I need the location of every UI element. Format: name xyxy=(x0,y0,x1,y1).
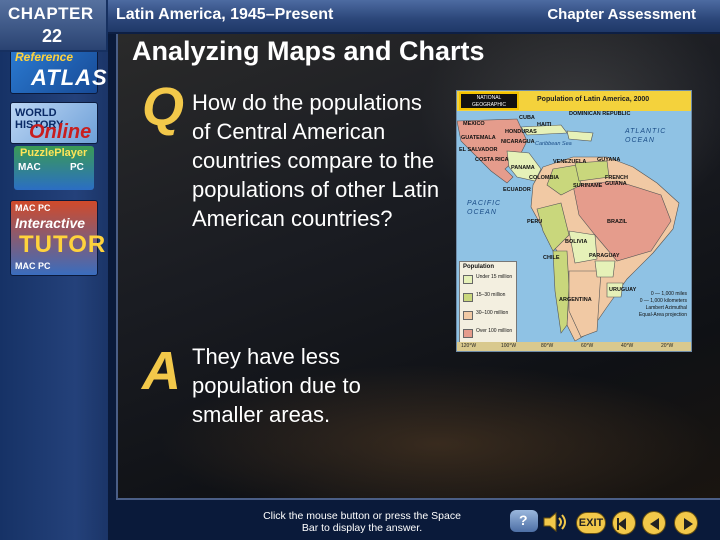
longitude-label: 120°W xyxy=(461,343,477,349)
chapter-assessment-label: Chapter Assessment xyxy=(547,6,696,23)
longitude-label: 80°W xyxy=(541,343,554,349)
answer-hint: Click the mouse button or press the Spac… xyxy=(263,510,461,534)
next-icon xyxy=(684,518,693,530)
world-history-online-button[interactable]: WORLD HISTORY Online xyxy=(10,102,98,144)
map-label-guatemala: GUATEMALA xyxy=(461,135,496,141)
longitude-scale: 120°W 100°W 80°W 60°W 40°W 20°W xyxy=(457,342,691,351)
answer-letter: A xyxy=(142,341,181,401)
map-label-paraguay: PARAGUAY xyxy=(589,253,620,259)
map-header: NATIONAL GEOGRAPHIC Population of Latin … xyxy=(457,91,691,111)
map-label-mexico: MEXICO xyxy=(463,121,485,127)
map-label-ecuador: ECUADOR xyxy=(503,187,531,193)
map-label-nicaragua: NICARAGUA xyxy=(501,139,535,145)
map-label-dominican-republic: DOMINICAN REPUBLIC xyxy=(569,111,631,117)
chapter-number: 22 xyxy=(42,26,63,46)
map-label-el-salvador: EL SALVADOR xyxy=(459,147,498,153)
speaker-icon[interactable] xyxy=(540,510,570,534)
chapter-badge: CHAPTER 22 xyxy=(0,0,108,52)
map-label-argentina: ARGENTINA xyxy=(559,297,592,303)
legend-row: Under 15 million xyxy=(463,274,517,288)
map-label-atlantic: ATLANTIC OCEAN xyxy=(625,128,667,144)
first-slide-button[interactable] xyxy=(612,511,636,535)
legend-swatch xyxy=(463,329,473,338)
map-label-cuba: CUBA xyxy=(519,115,535,121)
question-text: How do the populations of Central Americ… xyxy=(192,90,440,231)
chapter-title: Latin America, 1945–Present xyxy=(116,6,334,23)
legend-title: Population xyxy=(463,264,494,270)
first-slide-icon xyxy=(618,518,626,530)
map-label-guyana: GUYANA xyxy=(597,157,621,163)
map-label-chile: CHILE xyxy=(543,255,560,261)
next-slide-button[interactable] xyxy=(674,511,698,535)
top-bar: Latin America, 1945–Present Chapter Asse… xyxy=(0,0,720,34)
previous-icon xyxy=(650,518,659,530)
puzzle-player-button[interactable]: PuzzlePlayer MAC PC xyxy=(14,146,94,190)
atlas-label-2: ATLAS xyxy=(31,65,108,90)
reference-atlas-button[interactable]: Reference ATLAS xyxy=(10,46,107,94)
puzzle-pc-label: PC xyxy=(70,162,84,173)
map-label-uruguay: URUGUAY xyxy=(609,287,637,293)
first-slide-bar xyxy=(617,518,619,530)
map-label-venezuela: VENEZUELA xyxy=(553,159,587,165)
map-label-bolivia: BOLIVIA xyxy=(565,239,588,245)
help-icon[interactable]: ? xyxy=(510,510,538,532)
map-label-pacific: PACIFIC OCEAN xyxy=(467,200,502,216)
national-geographic-logo: NATIONAL GEOGRAPHIC xyxy=(459,92,519,110)
longitude-label: 60°W xyxy=(581,343,594,349)
legend-swatch xyxy=(463,293,473,302)
whol-label-2: Online xyxy=(29,121,92,143)
map-label-honduras: HONDURAS xyxy=(505,129,537,135)
interactive-tutor-button[interactable]: MAC PC Interactive TUTOR MAC PC xyxy=(10,200,105,276)
map-title: Population of Latin America, 2000 xyxy=(537,96,650,103)
tutor-platforms-bottom: MAC PC xyxy=(15,261,51,271)
tutor-label-1: Interactive xyxy=(15,215,86,231)
sidebar: Reference ATLAS WORLD HISTORY Online Puzz… xyxy=(0,34,108,540)
slide-panel: Analyzing Maps and Charts Q How do the p… xyxy=(116,34,720,500)
puzzle-title: PuzzlePlayer xyxy=(20,147,88,159)
longitude-label: 40°W xyxy=(621,343,634,349)
map-label-panama: PANAMA xyxy=(511,165,535,171)
map-label-peru: PERU xyxy=(527,219,543,225)
tutor-platforms-top: MAC PC xyxy=(15,203,51,213)
exit-button[interactable]: EXIT xyxy=(576,512,606,534)
map-scale: 0 — 1,000 miles 0 — 1,000 kilometers Lam… xyxy=(638,291,687,318)
longitude-label: 20°W xyxy=(661,343,674,349)
legend-row: 15–30 million xyxy=(463,292,517,306)
legend-label: 30–100 million xyxy=(476,310,509,316)
map-legend: Population Under 15 million 15–30 millio… xyxy=(459,261,517,349)
legend-swatch xyxy=(463,275,473,284)
legend-row: 30–100 million xyxy=(463,310,517,324)
tutor-label-2: TUTOR xyxy=(19,231,107,258)
map-label-costa-rica: COSTA RICA xyxy=(475,157,509,163)
longitude-label: 100°W xyxy=(501,343,517,349)
atlas-label-1: Reference xyxy=(15,50,74,64)
previous-slide-button[interactable] xyxy=(642,511,666,535)
legend-label: Over 100 million xyxy=(476,328,513,334)
question-letter: Q xyxy=(142,77,185,137)
answer-text: They have less population due to smaller… xyxy=(192,344,361,427)
legend-swatch xyxy=(463,311,473,320)
map-label-caribbean: Caribbean Sea xyxy=(535,141,572,147)
legend-row: Over 100 million xyxy=(463,328,517,342)
map-label-haiti: HAITI xyxy=(537,122,552,128)
legend-label: 15–30 million xyxy=(476,292,506,298)
latin-america-population-map: NATIONAL GEOGRAPHIC Population of Latin … xyxy=(456,90,692,352)
chapter-word: CHAPTER xyxy=(8,4,94,23)
help-glyph: ? xyxy=(519,512,528,528)
map-label-brazil: BRAZIL xyxy=(607,219,628,225)
map-label-colombia: COLOMBIA xyxy=(529,175,559,181)
legend-label: Under 15 million xyxy=(476,274,513,280)
puzzle-mac-label: MAC xyxy=(18,162,41,173)
map-label-suriname: SURINAME xyxy=(573,183,603,189)
slide-heading: Analyzing Maps and Charts xyxy=(132,36,485,66)
map-label-french-guiana: FRENCH GUIANA xyxy=(605,175,628,187)
